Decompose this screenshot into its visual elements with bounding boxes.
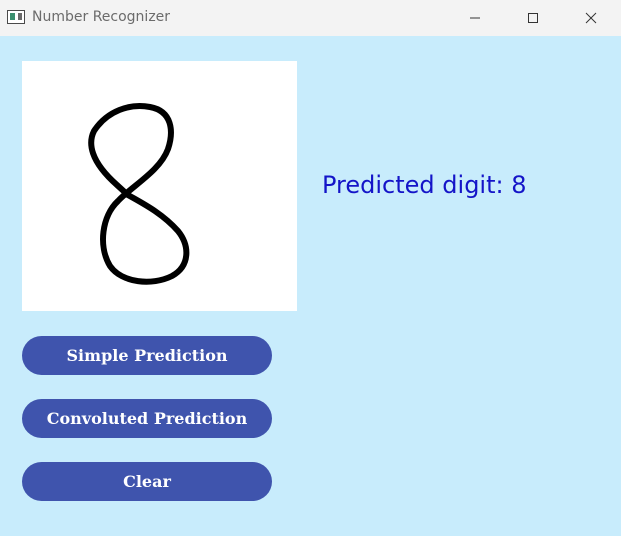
minimize-button[interactable] — [452, 0, 498, 36]
minimize-icon — [470, 17, 480, 19]
predicted-digit-label: Predicted digit: 8 — [322, 171, 527, 199]
title-bar: Number Recognizer — [0, 0, 621, 36]
app-icon — [7, 10, 25, 24]
clear-button[interactable]: Clear — [22, 462, 272, 501]
convoluted-prediction-button[interactable]: Convoluted Prediction — [22, 399, 272, 438]
handwritten-digit-stroke — [88, 103, 190, 285]
window-title: Number Recognizer — [32, 9, 171, 25]
close-button[interactable] — [568, 0, 614, 36]
close-icon — [585, 12, 597, 24]
maximize-button[interactable] — [510, 0, 556, 36]
simple-prediction-button[interactable]: Simple Prediction — [22, 336, 272, 375]
maximize-icon — [528, 13, 538, 23]
drawing-canvas[interactable] — [22, 61, 297, 311]
